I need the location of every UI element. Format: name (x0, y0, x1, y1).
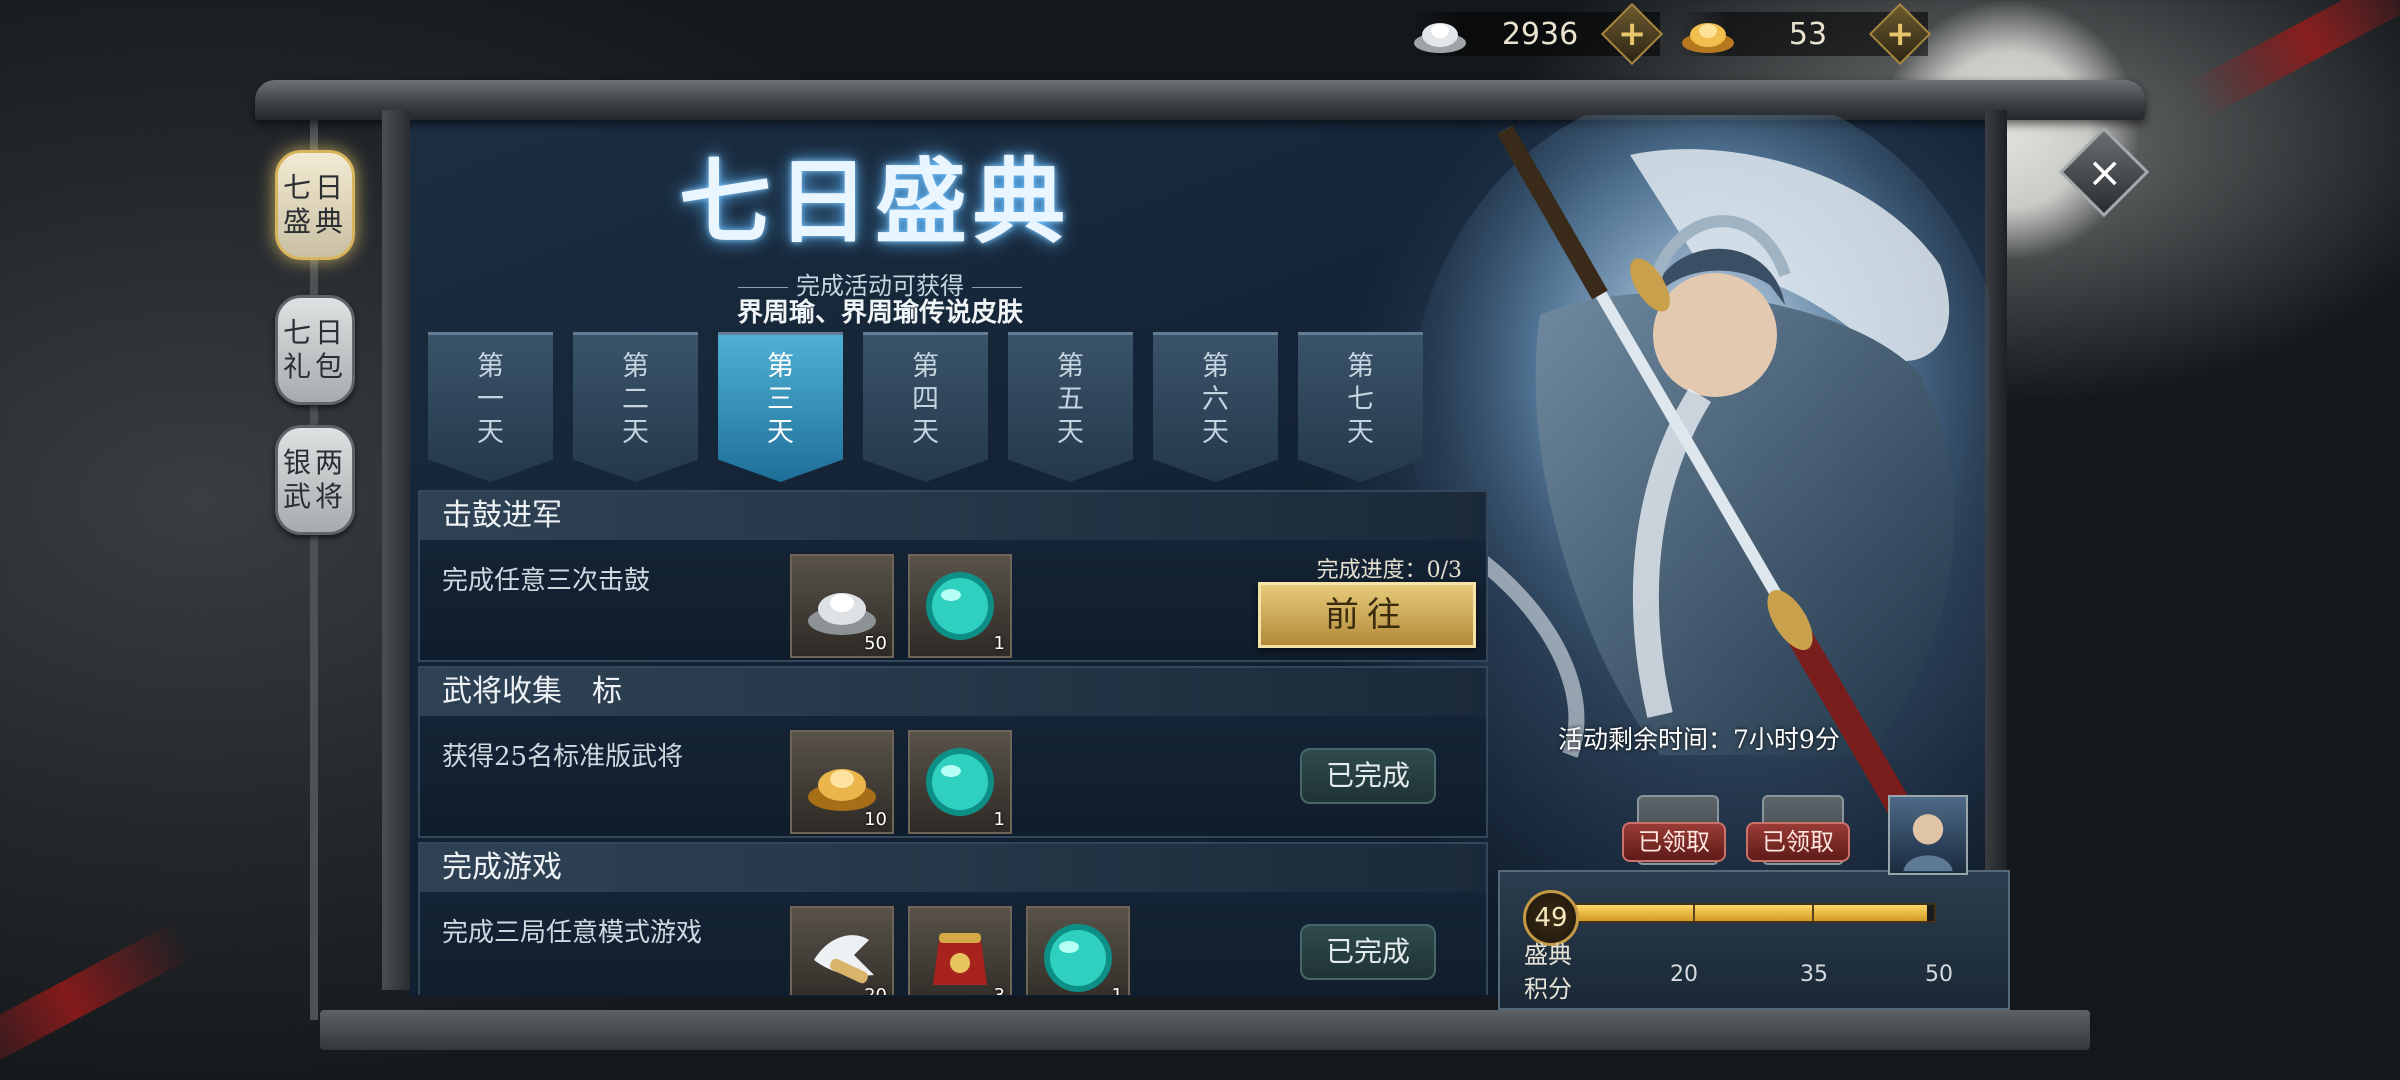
claimed-badge: 已领取 (1746, 822, 1850, 862)
progress-tick (1811, 905, 1814, 921)
reward-quantity: 1 (993, 633, 1005, 654)
side-tab-seven-day-gift[interactable]: 七日 礼包 (275, 295, 355, 405)
currency-bar: 2936 + 53 + (1410, 2, 1932, 66)
red-pouch-icon (933, 933, 987, 985)
plus-icon: + (1885, 14, 1915, 54)
task-item: 击鼓进军 完成任意三次击鼓 50 1 完成进度：0/3 前往 (418, 490, 1488, 662)
silver-amount: 2936 (1501, 16, 1579, 52)
dove-letter-icon (814, 935, 874, 984)
task-rewards: 10 1 (790, 730, 1012, 834)
event-reward-line: 界周瑜、界周瑜传说皮肤 (736, 298, 1023, 328)
red-ribbon-decoration (2185, 0, 2400, 119)
event-title: 七日盛典 (678, 148, 1071, 256)
tab-day-7[interactable]: 第七天 (1298, 332, 1423, 482)
reward-quantity: 50 (864, 633, 887, 654)
reward-quantity: 1 (1112, 985, 1123, 995)
points-label: 盛典 积分 (1524, 941, 1572, 1003)
points-progress-fill (1574, 905, 1927, 921)
reward-slot[interactable]: 1 (908, 554, 1012, 658)
task-description: 完成任意三次击鼓 (442, 566, 651, 596)
frame-top-beam (255, 80, 2145, 120)
plus-icon: + (1617, 14, 1647, 54)
reward-slot[interactable]: 10 (790, 730, 894, 834)
add-silver-button[interactable]: + (1600, 2, 1664, 66)
jade-orb-icon (1044, 924, 1112, 992)
hero-portrait-icon (1903, 810, 1953, 872)
reward-quantity: 1 (993, 809, 1005, 830)
side-tab-silver-general[interactable]: 银两 武将 (275, 425, 355, 535)
frame-left-post (382, 110, 410, 990)
tab-day-4[interactable]: 第四天 (863, 332, 988, 482)
reward-slot[interactable]: 50 (790, 554, 894, 658)
side-tab-label: 礼包 (282, 350, 347, 383)
task-progress: 完成进度：0/3 (1316, 558, 1462, 583)
reward-quantity: 10 (864, 809, 887, 830)
close-button[interactable]: × (2058, 126, 2150, 218)
tab-day-2[interactable]: 第二天 (573, 332, 698, 482)
points-progress-bar (1572, 903, 1936, 923)
task-description: 完成三局任意模式游戏 (442, 918, 703, 948)
completed-button[interactable]: 已完成 (1300, 924, 1436, 980)
reward-slot[interactable]: 20 (790, 906, 894, 995)
gold-amount: 53 (1788, 16, 1828, 52)
task-item: 武将收集 标 获得25名标准版武将 10 1 已完成 (418, 666, 1488, 838)
task-rewards: 20 3 1 (790, 906, 1130, 995)
claimed-badge: 已领取 (1622, 822, 1726, 862)
tab-day-5[interactable]: 第五天 (1008, 332, 1133, 482)
milestone-value: 50 (1925, 962, 1953, 987)
reward-slot[interactable]: 3 (908, 906, 1012, 995)
reward-slot[interactable]: 1 (1026, 906, 1130, 995)
gold-ingot-icon (1682, 23, 1734, 53)
tab-day-3[interactable]: 第三天 (718, 332, 843, 482)
side-tab-label: 七日 (282, 171, 347, 204)
side-tab-label: 武将 (282, 480, 347, 513)
go-button[interactable]: 前往 (1258, 582, 1476, 648)
jade-orb-icon (926, 572, 994, 640)
side-tab-label: 银两 (282, 446, 347, 479)
milestone-value: 20 (1670, 962, 1698, 987)
silver-currency: 2936 + (1410, 2, 1664, 66)
task-title: 武将收集 标 (420, 668, 1486, 716)
silver-ingot-icon (1414, 23, 1466, 53)
task-title: 完成游戏 (420, 844, 1486, 892)
task-title: 击鼓进军 (420, 492, 1486, 540)
remaining-time: 活动剩余时间：7小时9分 (1558, 725, 1840, 754)
task-list[interactable]: 击鼓进军 完成任意三次击鼓 50 1 完成进度：0/3 前往 武将收集 标 获得… (418, 490, 1488, 995)
jade-orb-icon (926, 748, 994, 816)
reward-slot[interactable]: 1 (908, 730, 1012, 834)
red-ribbon-decoration (0, 921, 195, 1079)
day-tabs: 第一天 第二天 第三天 第四天 第五天 第六天 第七天 (428, 332, 1423, 482)
points-panel (1498, 870, 2010, 1010)
side-tab-seven-day-festival[interactable]: 七日 盛典 (275, 150, 355, 260)
side-tab-label: 七日 (282, 316, 347, 349)
task-item: 完成游戏 完成三局任意模式游戏 20 3 (418, 842, 1488, 995)
task-rewards: 50 1 (790, 554, 1012, 658)
gold-currency: 53 + (1678, 2, 1932, 66)
milestone-hero-reward-50[interactable] (1888, 795, 1968, 875)
tab-day-1[interactable]: 第一天 (428, 332, 553, 482)
reward-quantity: 20 (864, 985, 887, 995)
completed-button[interactable]: 已完成 (1300, 748, 1436, 804)
add-gold-button[interactable]: + (1868, 2, 1932, 66)
side-tab-label: 盛典 (282, 205, 347, 238)
frame-bottom-beam (320, 1010, 2090, 1050)
milestone-value: 35 (1800, 962, 1828, 987)
task-description: 获得25名标准版武将 (442, 742, 684, 772)
hero-zhou-yu-artwork (1410, 115, 1990, 832)
close-icon: × (2087, 147, 2123, 197)
tab-day-6[interactable]: 第六天 (1153, 332, 1278, 482)
progress-tick (1692, 905, 1695, 921)
reward-quantity: 3 (994, 985, 1005, 995)
